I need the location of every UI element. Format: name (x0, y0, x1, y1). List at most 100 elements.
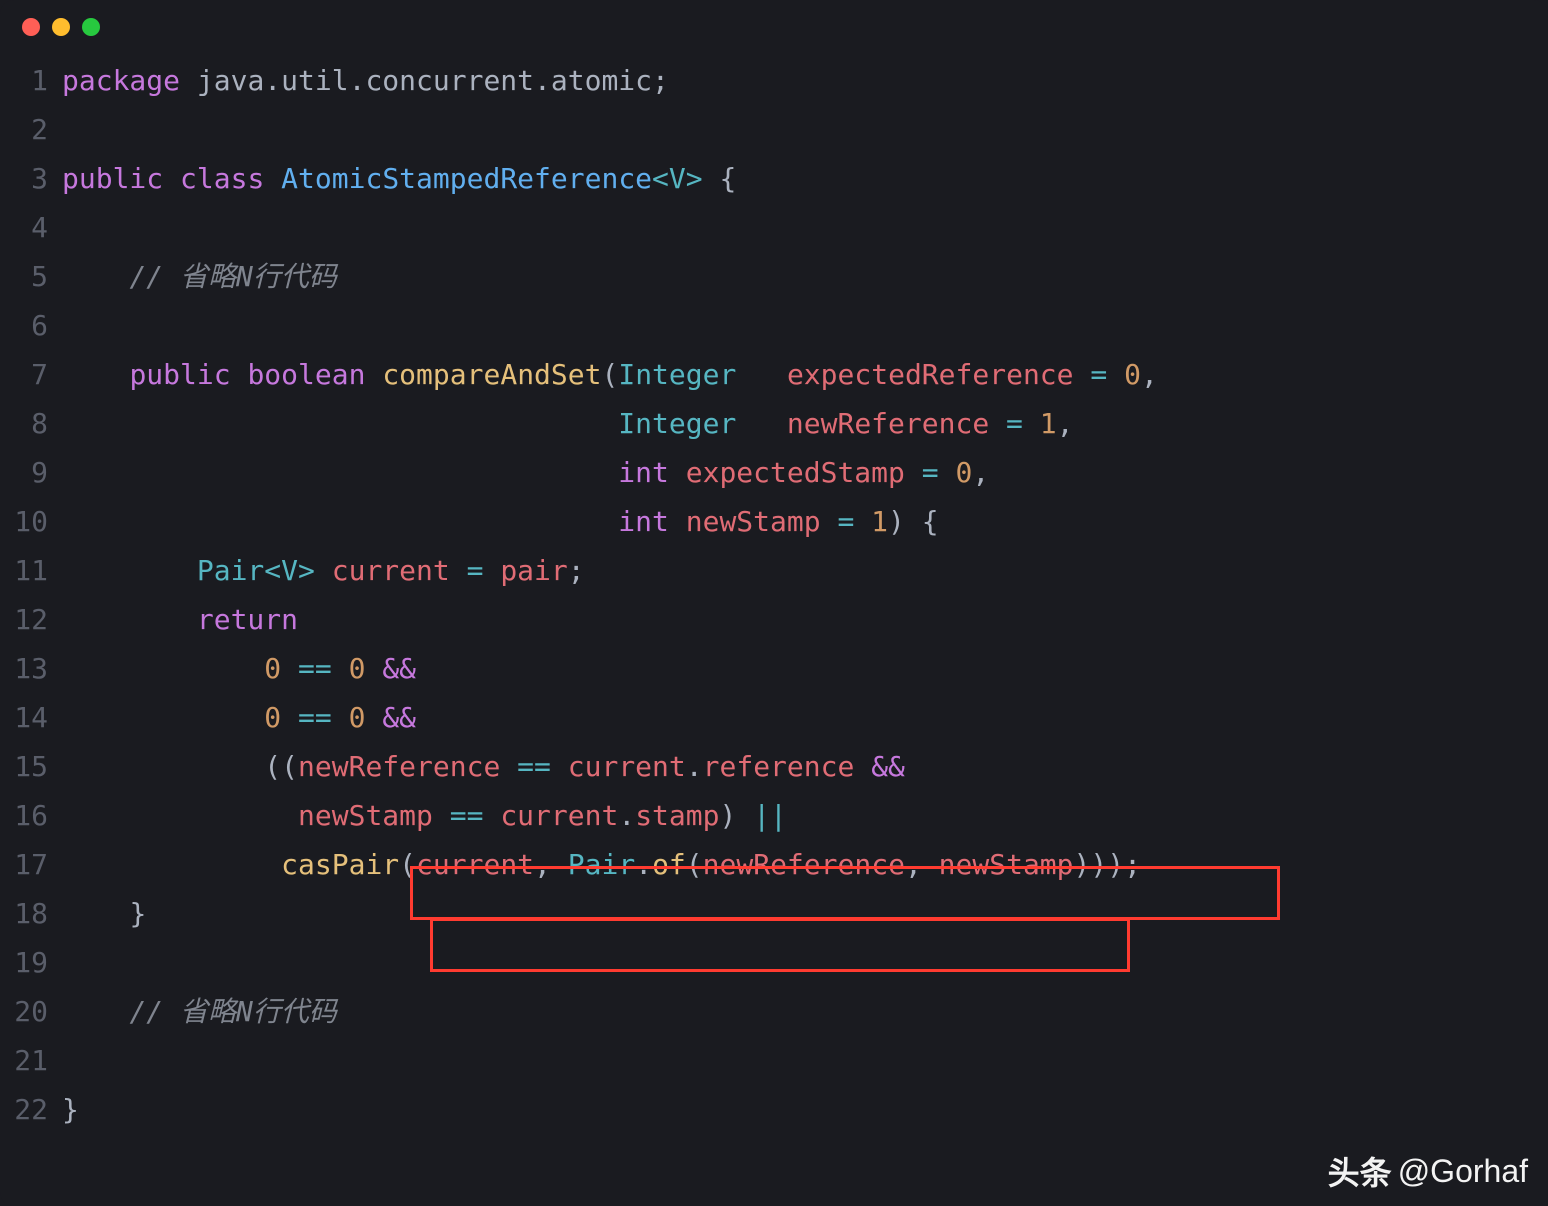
code-line: 22} (0, 1085, 1548, 1134)
line-number: 12 (0, 595, 62, 644)
punct: ( (264, 750, 281, 783)
param: newReference (787, 407, 989, 440)
param: newStamp (686, 505, 821, 538)
punct: > (686, 162, 703, 195)
punct: { (719, 162, 736, 195)
line-number: 14 (0, 693, 62, 742)
op: = (450, 554, 501, 587)
op: || (753, 799, 787, 832)
line-number: 17 (0, 840, 62, 889)
punct: ( (399, 848, 416, 881)
op: == (281, 701, 348, 734)
op: == (433, 799, 500, 832)
punct: } (62, 1093, 79, 1126)
code-line: 20 // 省略N行代码 (0, 987, 1548, 1036)
punct: . (686, 750, 703, 783)
line-number: 18 (0, 889, 62, 938)
package-path: java.util.concurrent.atomic (197, 64, 652, 97)
line-number: 16 (0, 791, 62, 840)
number: 0 (349, 652, 366, 685)
code-line: 1package java.util.concurrent.atomic; (0, 56, 1548, 105)
variable: current (416, 848, 534, 881)
punct: ; (568, 554, 585, 587)
generic-param: V (669, 162, 686, 195)
variable: current (500, 799, 618, 832)
code-line: 19 (0, 938, 1548, 987)
type: Integer (618, 407, 736, 440)
variable: current (568, 750, 686, 783)
code-line: 15 ((newReference == current.reference &… (0, 742, 1548, 791)
line-number: 11 (0, 546, 62, 595)
punct: } (129, 897, 146, 930)
number: 0 (1124, 358, 1141, 391)
code-line: 13 0 == 0 && (0, 644, 1548, 693)
number: 0 (955, 456, 972, 489)
method-name: of (652, 848, 686, 881)
number: 1 (1040, 407, 1057, 440)
watermark-handle: @Gorhaf (1398, 1153, 1528, 1190)
punct: ; (1124, 848, 1141, 881)
keyword: public (62, 162, 163, 195)
punct: . (635, 848, 652, 881)
keyword: class (180, 162, 264, 195)
window-titlebar (0, 0, 1548, 46)
class-name: AtomicStampedReference (281, 162, 652, 195)
line-number: 20 (0, 987, 62, 1036)
code-window: 1package java.util.concurrent.atomic; 2 … (0, 0, 1548, 1206)
param: expectedStamp (686, 456, 905, 489)
method-name: casPair (281, 848, 399, 881)
maximize-icon[interactable] (82, 18, 100, 36)
line-number: 10 (0, 497, 62, 546)
line-number: 1 (0, 56, 62, 105)
op: && (871, 750, 905, 783)
punct: { (922, 505, 939, 538)
line-number: 15 (0, 742, 62, 791)
punct: > (298, 554, 315, 587)
line-number: 4 (0, 203, 62, 252)
keyword: public (129, 358, 230, 391)
keyword: package (62, 64, 180, 97)
code-line: 7 public boolean compareAndSet(Integer e… (0, 350, 1548, 399)
line-number: 8 (0, 399, 62, 448)
code-line: 8 Integer newReference = 1, (0, 399, 1548, 448)
punct: ) (719, 799, 736, 832)
number: 0 (349, 701, 366, 734)
line-number: 9 (0, 448, 62, 497)
variable: pair (500, 554, 567, 587)
code-line: 16 newStamp == current.stamp) || (0, 791, 1548, 840)
punct: , (1057, 407, 1074, 440)
code-line: 2 (0, 105, 1548, 154)
variable: newReference (298, 750, 500, 783)
op: = (1074, 358, 1125, 391)
keyword: int (618, 456, 669, 489)
minimize-icon[interactable] (52, 18, 70, 36)
code-line: 18 } (0, 889, 1548, 938)
punct: < (652, 162, 669, 195)
code-line: 12 return (0, 595, 1548, 644)
type: Pair (197, 554, 264, 587)
line-number: 7 (0, 350, 62, 399)
watermark-brand: 头条 (1328, 1148, 1392, 1194)
code-line: 14 0 == 0 && (0, 693, 1548, 742)
punct: ( (686, 848, 703, 881)
comment: // 省略N行代码 (129, 995, 336, 1028)
property: stamp (635, 799, 719, 832)
punct: < (264, 554, 281, 587)
code-line: 9 int expectedStamp = 0, (0, 448, 1548, 497)
op: == (500, 750, 567, 783)
op: = (989, 407, 1040, 440)
variable: current (332, 554, 450, 587)
code-line: 21 (0, 1036, 1548, 1085)
variable: newReference (703, 848, 905, 881)
punct: ) (888, 505, 905, 538)
code-line: 11 Pair<V> current = pair; (0, 546, 1548, 595)
variable: newStamp (298, 799, 433, 832)
generic-param: V (281, 554, 298, 587)
punct: , (972, 456, 989, 489)
code-line: 17 casPair(current, Pair.of(newReference… (0, 840, 1548, 889)
close-icon[interactable] (22, 18, 40, 36)
line-number: 2 (0, 105, 62, 154)
code-line: 3public class AtomicStampedReference<V> … (0, 154, 1548, 203)
punct: ; (652, 64, 669, 97)
number: 0 (264, 652, 281, 685)
